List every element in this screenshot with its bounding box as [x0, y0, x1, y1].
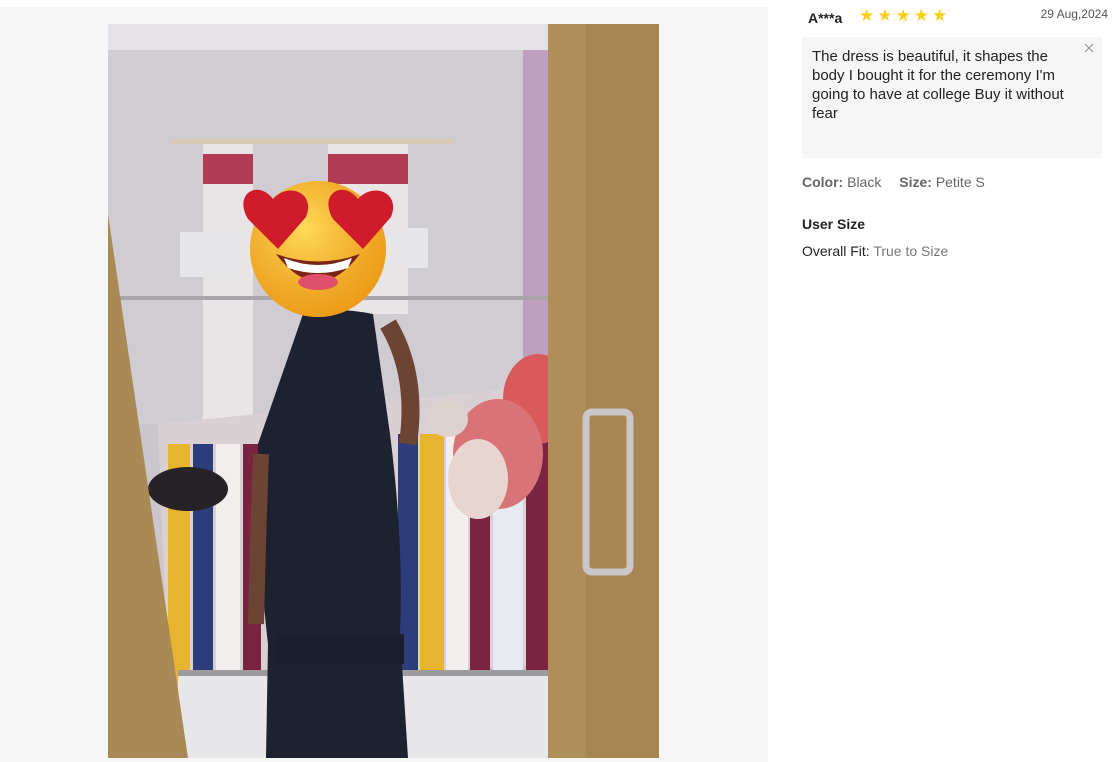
- reviewer-name: A***a: [808, 10, 843, 26]
- user-size-title: User Size: [802, 216, 866, 232]
- review-text-box: The dress is beautiful, it shapes the bo…: [802, 37, 1102, 158]
- reviewer-row: A***a ★ ★ ★ ★ ★ 29 Aug,2024: [802, 0, 1108, 32]
- star-icon: ★: [877, 6, 893, 25]
- color-value: Black: [847, 174, 882, 190]
- review-text: The dress is beautiful, it shapes the bo…: [812, 48, 1064, 122]
- review-date: 29 Aug,2024: [1040, 7, 1108, 21]
- overall-fit-row: Overall Fit: True to Size: [802, 243, 948, 259]
- fit-label: Overall Fit:: [802, 243, 870, 259]
- review-photo[interactable]: [108, 24, 659, 758]
- rating-stars: ★ ★ ★ ★ ★: [859, 7, 947, 24]
- star-icon: ★: [913, 6, 929, 25]
- size-label: Size:: [899, 174, 932, 190]
- review-photo-image: [108, 24, 659, 758]
- color-label: Color:: [802, 174, 844, 190]
- star-icon: ★: [859, 6, 875, 25]
- star-icon: ★: [932, 6, 948, 25]
- product-attributes: Color: Black Size: Petite S: [802, 174, 985, 190]
- review-media-panel: [0, 7, 768, 762]
- size-attribute: Size: Petite S: [899, 174, 985, 190]
- fit-value: True to Size: [873, 243, 949, 259]
- review-panel: A***a ★ ★ ★ ★ ★ 29 Aug,2024 The dress is…: [802, 0, 1108, 259]
- size-value: Petite S: [935, 174, 985, 190]
- close-icon[interactable]: [1083, 42, 1095, 54]
- color-attribute: Color: Black: [802, 174, 881, 190]
- star-icon: ★: [895, 6, 911, 25]
